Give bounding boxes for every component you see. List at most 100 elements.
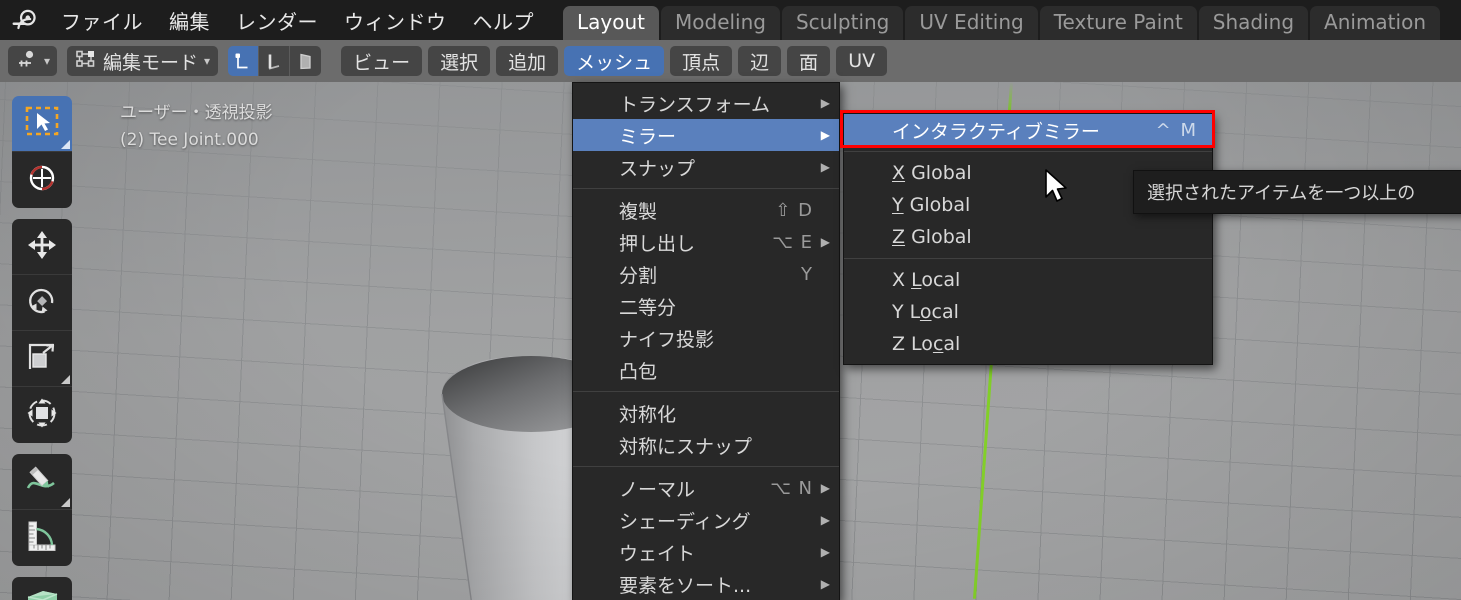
topbar-menu-file[interactable]: ファイル — [48, 3, 156, 38]
scale-icon — [25, 340, 59, 378]
submenu-arrow-icon: ▶ — [820, 577, 830, 591]
submenu-item-shortcut: ^ M — [1155, 119, 1198, 141]
menu-item-weights[interactable]: ウェイト ▶ — [573, 536, 839, 568]
mirror-submenu[interactable]: インタラクティブミラー ^ M X Global Y Global Z Glob… — [843, 113, 1213, 365]
submenu-arrow-icon: ▶ — [820, 160, 830, 174]
submenu-item-label: X Global — [892, 162, 972, 184]
menu-item-label: トランスフォーム — [619, 93, 771, 116]
menu-view[interactable]: ビュー — [341, 46, 423, 76]
menu-item-extrude[interactable]: 押し出し ⌥ E ▶ — [573, 226, 839, 258]
workspace-tab-layout[interactable]: Layout — [563, 6, 659, 40]
label-pre: Y L — [892, 301, 920, 323]
menu-item-symmetrize[interactable]: 対称化 — [573, 397, 839, 429]
label-post: ocal — [921, 269, 961, 291]
menu-item-convex-hull[interactable]: 凸包 — [573, 354, 839, 386]
submenu-item-y-local[interactable]: Y Local — [844, 296, 1212, 328]
tool-cursor[interactable] — [12, 152, 72, 208]
viewport-header: ▾ 編集モード ▾ ビュー 選択 追加 メッシュ 頂点 辺 面 UV — [0, 40, 1461, 82]
menu-item-mirror[interactable]: ミラー ▶ — [573, 119, 839, 151]
face-select-icon[interactable] — [290, 46, 322, 76]
workspace-tab-sculpting[interactable]: Sculpting — [781, 6, 904, 40]
tool-transform[interactable] — [12, 387, 72, 443]
mesh-dropdown-menu[interactable]: トランスフォーム ▶ ミラー ▶ スナップ ▶ 複製 ⇧ D 押し出し ⌥ E … — [572, 82, 840, 600]
submenu-item-z-local[interactable]: Z Local — [844, 328, 1212, 360]
accel-key: X — [892, 162, 906, 184]
menu-separator — [573, 391, 839, 392]
vertex-select-icon[interactable] — [228, 46, 260, 76]
submenu-item-interactive-mirror[interactable]: インタラクティブミラー ^ M — [844, 114, 1212, 146]
menu-face[interactable]: 面 — [787, 46, 831, 76]
menu-item-knife-project[interactable]: ナイフ投影 — [573, 322, 839, 354]
submenu-item-x-local[interactable]: X Local — [844, 264, 1212, 296]
menu-item-label: シェーディング — [619, 510, 751, 533]
menu-mesh[interactable]: メッシュ — [564, 46, 665, 76]
submenu-arrow-icon: ▶ — [820, 545, 830, 559]
accel-key: Y — [892, 194, 904, 216]
workspace-tab-modeling[interactable]: Modeling — [661, 6, 780, 40]
menu-item-label: 対称化 — [619, 403, 677, 426]
workspace-tab-animation[interactable]: Animation — [1310, 6, 1440, 40]
topbar-menu-window[interactable]: ウィンドウ — [331, 3, 460, 38]
label-pre: X — [892, 269, 912, 291]
menu-item-normals[interactable]: ノーマル ⌥ N ▶ — [573, 472, 839, 504]
menu-item-label: 二等分 — [619, 296, 677, 319]
submenu-item-label: Z Local — [892, 333, 960, 355]
interaction-mode-selector[interactable]: 編集モード ▾ — [67, 46, 219, 76]
menu-item-shortcut: ⌥ E — [772, 231, 813, 253]
menu-item-label: ウェイト — [619, 542, 696, 565]
tool-annotate[interactable] — [12, 454, 72, 510]
menu-item-shading[interactable]: シェーディング ▶ — [573, 504, 839, 536]
menu-select[interactable]: 選択 — [428, 46, 491, 76]
menu-item-label: ミラー — [619, 125, 677, 148]
submenu-item-label: Y Global — [892, 194, 970, 216]
submenu-arrow-icon: ▶ — [820, 128, 830, 142]
topbar-menu-render[interactable]: レンダー — [223, 3, 331, 38]
blender-window: ファイル 編集 レンダー ウィンドウ ヘルプ Layout Modeling S… — [0, 0, 1461, 600]
tool-measure[interactable] — [12, 510, 72, 566]
tool-move[interactable] — [12, 219, 72, 275]
topbar-menu-help[interactable]: ヘルプ — [460, 3, 548, 38]
tool-scale[interactable] — [12, 331, 72, 387]
workspace-tab-uv-editing[interactable]: UV Editing — [905, 6, 1038, 40]
label-post: Global — [905, 162, 972, 184]
blender-logo-icon[interactable] — [8, 3, 42, 37]
tool-rotate[interactable] — [12, 275, 72, 331]
menu-item-label: 複製 — [619, 200, 658, 223]
tool-select-box[interactable] — [12, 96, 72, 152]
submenu-arrow-icon: ▶ — [820, 481, 830, 495]
label-post: Global — [905, 226, 972, 248]
accel-key: Z — [892, 226, 906, 248]
menu-item-split[interactable]: 分割 Y — [573, 258, 839, 290]
editor-type-selector[interactable]: ▾ — [8, 46, 58, 76]
toolbar-group-select — [12, 96, 72, 208]
submenu-item-label: インタラクティブミラー — [892, 120, 1100, 143]
menu-item-snap[interactable]: スナップ ▶ — [573, 151, 839, 183]
rotate-icon — [25, 284, 59, 322]
tool-add-cube[interactable] — [12, 577, 72, 600]
workspace-tab-shading[interactable]: Shading — [1198, 6, 1309, 40]
menu-item-label: 分割 — [619, 264, 658, 287]
menu-item-label: 対称にスナップ — [619, 435, 753, 458]
menu-uv[interactable]: UV — [836, 46, 888, 76]
menu-add[interactable]: 追加 — [496, 46, 559, 76]
menu-item-transform[interactable]: トランスフォーム ▶ — [573, 87, 839, 119]
menu-item-shortcut: ⌥ N — [770, 477, 813, 499]
menu-separator — [844, 258, 1212, 259]
menu-item-snap-to-symmetry[interactable]: 対称にスナップ — [573, 429, 839, 461]
submenu-item-label: Z Global — [892, 226, 972, 248]
submenu-item-z-global[interactable]: Z Global — [844, 221, 1212, 253]
toolbar-group-annotate — [12, 454, 72, 566]
menu-vertex[interactable]: 頂点 — [670, 46, 733, 76]
submenu-item-label: Y Local — [892, 301, 959, 323]
menu-item-duplicate[interactable]: 複製 ⇧ D — [573, 194, 839, 226]
transform-icon — [25, 396, 59, 434]
viewport-toolbar — [12, 96, 72, 600]
edge-select-icon[interactable] — [259, 46, 291, 76]
submenu-arrow-icon: ▶ — [820, 235, 830, 249]
menu-edge[interactable]: 辺 — [738, 46, 782, 76]
workspace-tab-texture-paint[interactable]: Texture Paint — [1039, 6, 1197, 40]
add-cube-icon — [24, 587, 60, 600]
topbar-menu-edit[interactable]: 編集 — [156, 3, 223, 38]
menu-item-bisect[interactable]: 二等分 — [573, 290, 839, 322]
menu-item-sort-elements[interactable]: 要素をソート... ▶ — [573, 568, 839, 600]
